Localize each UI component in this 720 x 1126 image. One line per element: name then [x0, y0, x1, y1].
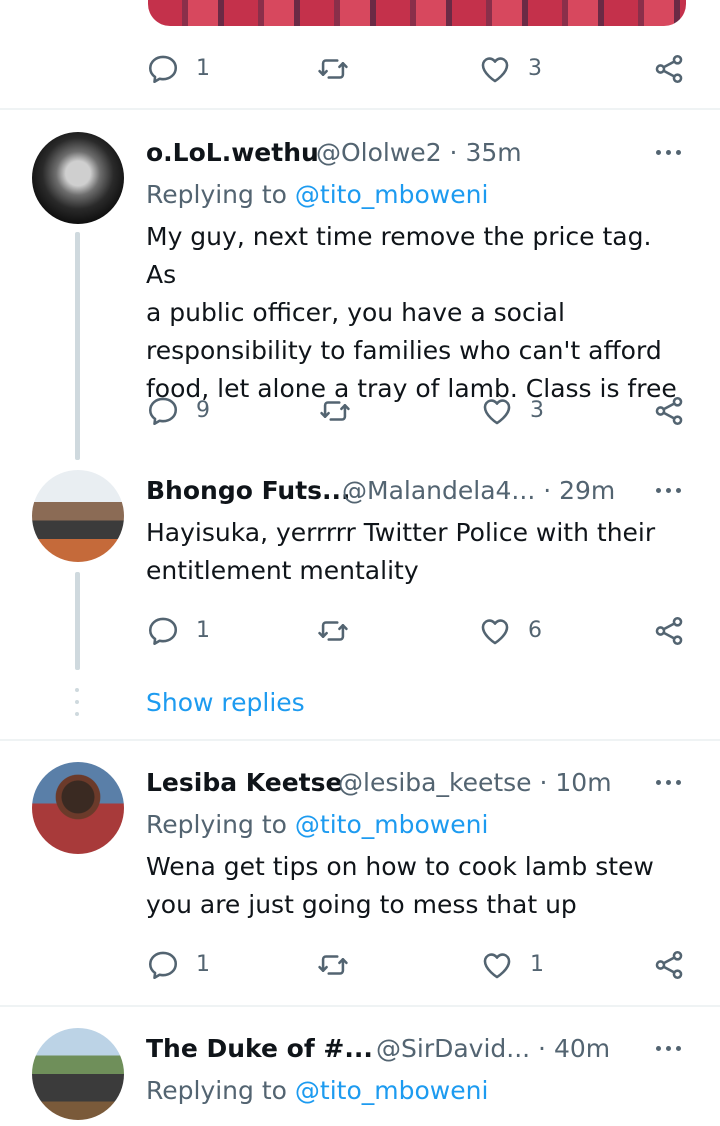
replying-handle-link[interactable]: @tito_mboweni	[295, 810, 488, 839]
like-count: 3	[528, 56, 542, 81]
heart-icon[interactable]	[480, 948, 514, 982]
tweet-text-line: entitlement mentality	[146, 556, 419, 585]
replying-to: Replying to @tito_mboweni	[146, 1076, 488, 1105]
share-icon[interactable]	[652, 394, 686, 428]
replying-handle-link[interactable]: @tito_mboweni	[295, 180, 488, 209]
reply-count: 1	[196, 952, 210, 977]
tweet-divider	[0, 1005, 720, 1007]
tweet-divider	[0, 108, 720, 110]
reply-count: 1	[196, 618, 210, 643]
reply-count: 1	[196, 56, 210, 81]
retweet-icon[interactable]	[316, 52, 350, 86]
tweet-meta: @Ololwe2 · 35m	[316, 138, 522, 167]
more-icon[interactable]	[656, 484, 686, 496]
more-icon[interactable]	[656, 1042, 686, 1054]
share-icon[interactable]	[652, 948, 686, 982]
thread-line	[75, 572, 80, 670]
heart-icon[interactable]	[478, 614, 512, 648]
tweet-text: Hayisuka, yerrrrr Twitter Police with th…	[146, 514, 686, 590]
reply-count: 9	[196, 398, 210, 423]
thread-gap-dots	[75, 688, 79, 718]
tweet-text-line: Hayisuka, yerrrrr Twitter Police with th…	[146, 518, 656, 547]
share-icon[interactable]	[652, 52, 686, 86]
tweet-meta: @Malandela4... · 29m	[342, 476, 616, 505]
display-name[interactable]: Lesiba Keetse	[146, 768, 342, 797]
like-count: 6	[528, 618, 542, 643]
tweet-divider	[0, 739, 720, 741]
tweet-text-line: Wena get tips on how to cook lamb stew	[146, 852, 654, 881]
replying-handle-link[interactable]: @tito_mboweni	[295, 1076, 488, 1105]
replying-prefix: Replying to	[146, 1076, 287, 1105]
replying-prefix: Replying to	[146, 810, 287, 839]
reply-icon[interactable]	[146, 614, 180, 648]
retweet-icon[interactable]	[316, 614, 350, 648]
tweet-text-line: food, let alone a tray of lamb. Class is…	[146, 374, 677, 403]
replying-to: Replying to @tito_mboweni	[146, 180, 488, 209]
tweet-text: Wena get tips on how to cook lamb stew y…	[146, 848, 686, 924]
display-name[interactable]: o.LoL.wethu	[146, 138, 319, 167]
avatar[interactable]	[32, 470, 124, 562]
tweet-meta: @lesiba_keetse · 10m	[338, 768, 612, 797]
heart-icon[interactable]	[480, 394, 514, 428]
avatar[interactable]	[32, 1028, 124, 1120]
like-count: 3	[530, 398, 544, 423]
more-icon[interactable]	[656, 776, 686, 788]
show-replies-link[interactable]: Show replies	[146, 688, 305, 717]
replying-prefix: Replying to	[146, 180, 287, 209]
retweet-icon[interactable]	[318, 394, 352, 428]
tweet-text-line: responsibility to families who can't aff…	[146, 336, 662, 365]
avatar[interactable]	[32, 762, 124, 854]
thread-line	[75, 232, 80, 460]
reply-icon[interactable]	[146, 52, 180, 86]
more-icon[interactable]	[656, 146, 686, 158]
display-name[interactable]: Bhongo Futs...	[146, 476, 351, 505]
avatar[interactable]	[32, 132, 124, 224]
reply-icon[interactable]	[146, 948, 180, 982]
tweet-media-image[interactable]	[148, 0, 686, 26]
reply-icon[interactable]	[146, 394, 180, 428]
retweet-icon[interactable]	[316, 948, 350, 982]
tweet-text-line: a public officer, you have a social	[146, 298, 565, 327]
tweet-text-line: you are just going to mess that up	[146, 890, 577, 919]
heart-icon[interactable]	[478, 52, 512, 86]
display-name[interactable]: The Duke of #...	[146, 1034, 373, 1063]
share-icon[interactable]	[652, 614, 686, 648]
tweet-meta: @SirDavid... · 40m	[376, 1034, 611, 1063]
like-count: 1	[530, 952, 544, 977]
tweet-text-line: My guy, next time remove the price tag. …	[146, 222, 652, 289]
tweet-text: My guy, next time remove the price tag. …	[146, 218, 686, 408]
replying-to: Replying to @tito_mboweni	[146, 810, 488, 839]
